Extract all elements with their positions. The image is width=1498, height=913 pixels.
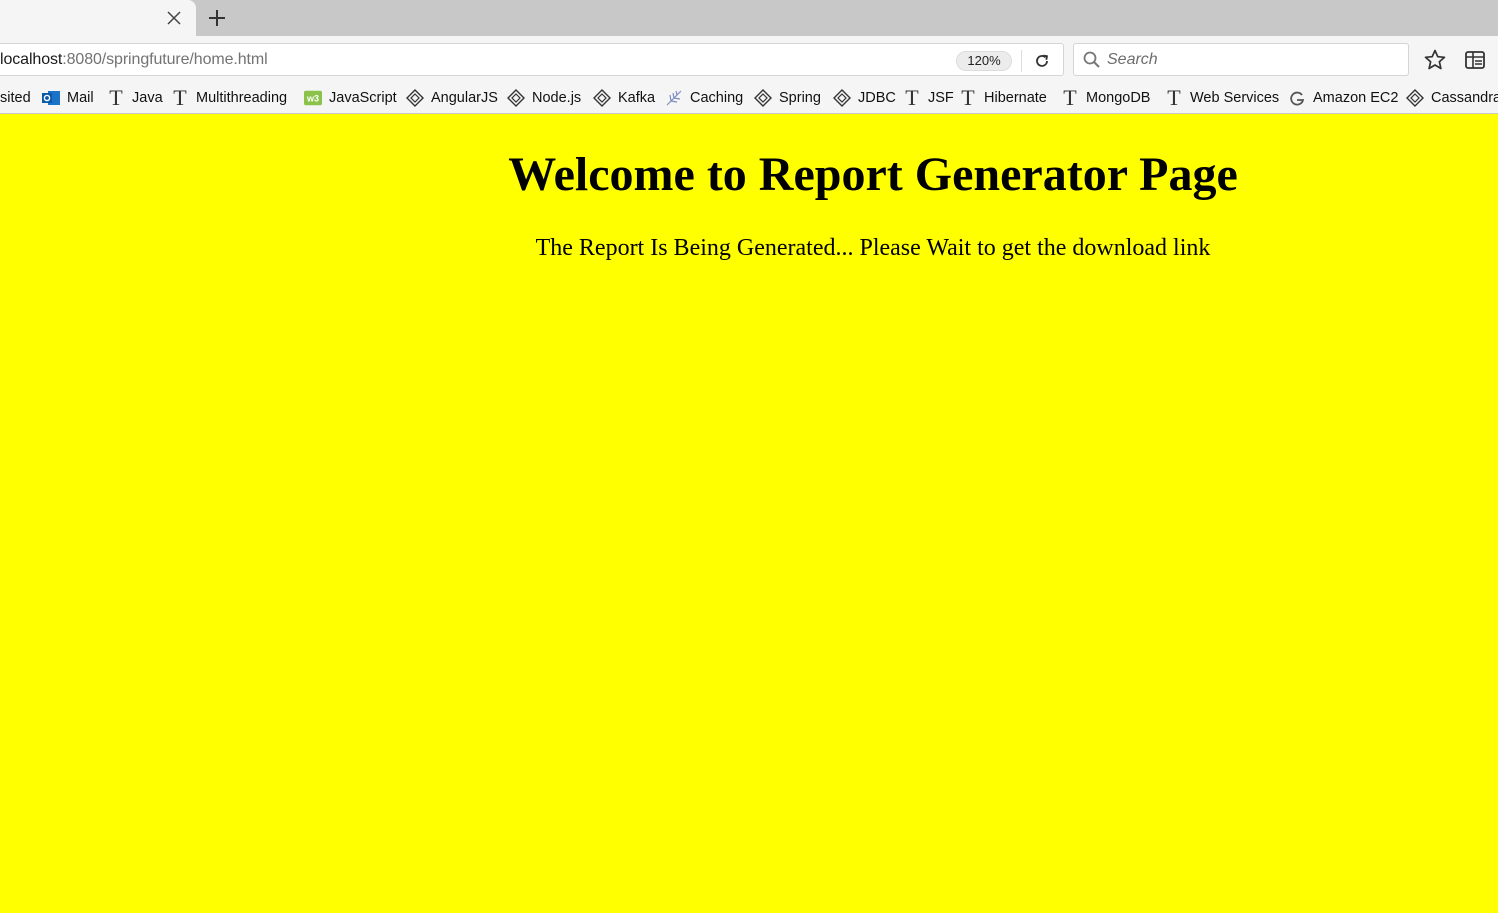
bookmark-label: Amazon EC2 <box>1313 90 1399 106</box>
page-title: Welcome to Report Generator Page <box>508 148 1238 201</box>
diamond-icon <box>507 89 525 107</box>
tab-strip <box>0 0 1498 36</box>
url-host: localhost <box>0 51 63 68</box>
status-message: The Report Is Being Generated... Please … <box>535 235 1211 261</box>
zoom-indicator[interactable]: 120% <box>956 51 1012 71</box>
bookmark-label: Node.js <box>532 90 582 106</box>
library-icon[interactable] <box>1463 48 1487 72</box>
close-tab-icon[interactable] <box>163 7 185 29</box>
t-icon: T <box>905 85 919 110</box>
url-text[interactable]: localhost:8080/springfuture/home.html <box>0 51 268 69</box>
diamond-icon <box>593 89 611 107</box>
bookmark-amazon-ec2[interactable]: Amazon EC2 <box>1288 88 1398 108</box>
diamond-icon <box>833 89 851 107</box>
bookmark-label: Kafka <box>618 90 656 106</box>
bookmark-label: Caching <box>690 90 744 106</box>
bookmark-hibernate[interactable]: T Hibernate <box>959 85 1047 110</box>
divider <box>1021 50 1022 72</box>
active-tab[interactable] <box>0 0 196 36</box>
diamond-icon <box>406 89 424 107</box>
diamond-icon <box>754 89 772 107</box>
bookmark-label: Spring <box>779 90 821 106</box>
t-icon: T <box>109 85 123 110</box>
t-icon: T <box>961 85 975 110</box>
search-icon <box>1083 51 1100 68</box>
plus-icon <box>209 10 225 26</box>
bookmark-cassandra[interactable]: Cassandra <box>1406 88 1498 108</box>
bookmark-label: Multithreading <box>196 90 288 106</box>
bookmark-label: Mail <box>67 90 94 106</box>
bookmark-mail[interactable]: Mail <box>42 88 94 108</box>
search-placeholder: Search <box>1107 51 1158 68</box>
bookmark-caching[interactable]: Caching <box>665 88 743 108</box>
bookmark-java[interactable]: T Java <box>107 85 163 110</box>
t-icon: T <box>1167 85 1181 110</box>
bookmark-spring[interactable]: Spring <box>754 88 821 108</box>
w3schools-icon: w3 <box>304 89 322 107</box>
navigation-toolbar: localhost:8080/springfuture/home.html 12… <box>0 36 1498 78</box>
diamond-icon <box>1406 89 1424 107</box>
bookmark-web-services[interactable]: T Web Services <box>1165 85 1280 110</box>
bookmark-label: Web Services <box>1190 90 1280 106</box>
bookmark-label: AngularJS <box>431 90 498 106</box>
bookmark-multithreading[interactable]: T Multithreading <box>171 85 288 110</box>
address-bar[interactable]: localhost:8080/springfuture/home.html 12… <box>0 43 1064 76</box>
outlook-icon <box>42 89 60 107</box>
bookmark-star-icon[interactable] <box>1423 48 1447 72</box>
bookmark-kafka[interactable]: Kafka <box>593 88 655 108</box>
bookmark-label: sited <box>0 90 31 106</box>
bookmark-most-visited[interactable]: sited <box>0 88 31 108</box>
bookmark-nodejs[interactable]: Node.js <box>507 88 581 108</box>
g-icon <box>1288 89 1306 107</box>
url-path: :8080/springfuture/home.html <box>62 51 268 68</box>
bookmark-label: JSF <box>928 90 954 106</box>
new-tab-button[interactable] <box>203 5 231 31</box>
bookmark-angularjs[interactable]: AngularJS <box>406 88 498 108</box>
bookmark-mongodb[interactable]: T MongoDB <box>1061 85 1151 110</box>
bookmark-label: Cassandra <box>1431 90 1498 106</box>
svg-text:w3: w3 <box>306 94 319 104</box>
bookmark-javascript[interactable]: w3 JavaScript <box>304 88 397 108</box>
bookmarks-bar: sited Mail T Java T Multithreading w3 Ja… <box>0 78 1498 114</box>
bookmark-label: MongoDB <box>1086 90 1151 106</box>
t-icon: T <box>173 85 187 110</box>
bookmark-jsf[interactable]: T JSF <box>903 85 954 110</box>
bookmark-label: Java <box>132 90 163 106</box>
bookmark-label: JavaScript <box>329 90 397 106</box>
reload-button[interactable] <box>1031 50 1053 72</box>
search-bar[interactable]: Search <box>1073 43 1409 76</box>
bookmark-label: Hibernate <box>984 90 1047 106</box>
t-icon: T <box>1063 85 1077 110</box>
reload-icon <box>1036 54 1049 67</box>
bookmark-label: JDBC <box>858 90 896 106</box>
bookmark-jdbc[interactable]: JDBC <box>833 88 896 108</box>
feather-icon <box>665 89 683 107</box>
page-content: Welcome to Report Generator Page The Rep… <box>0 115 1498 913</box>
